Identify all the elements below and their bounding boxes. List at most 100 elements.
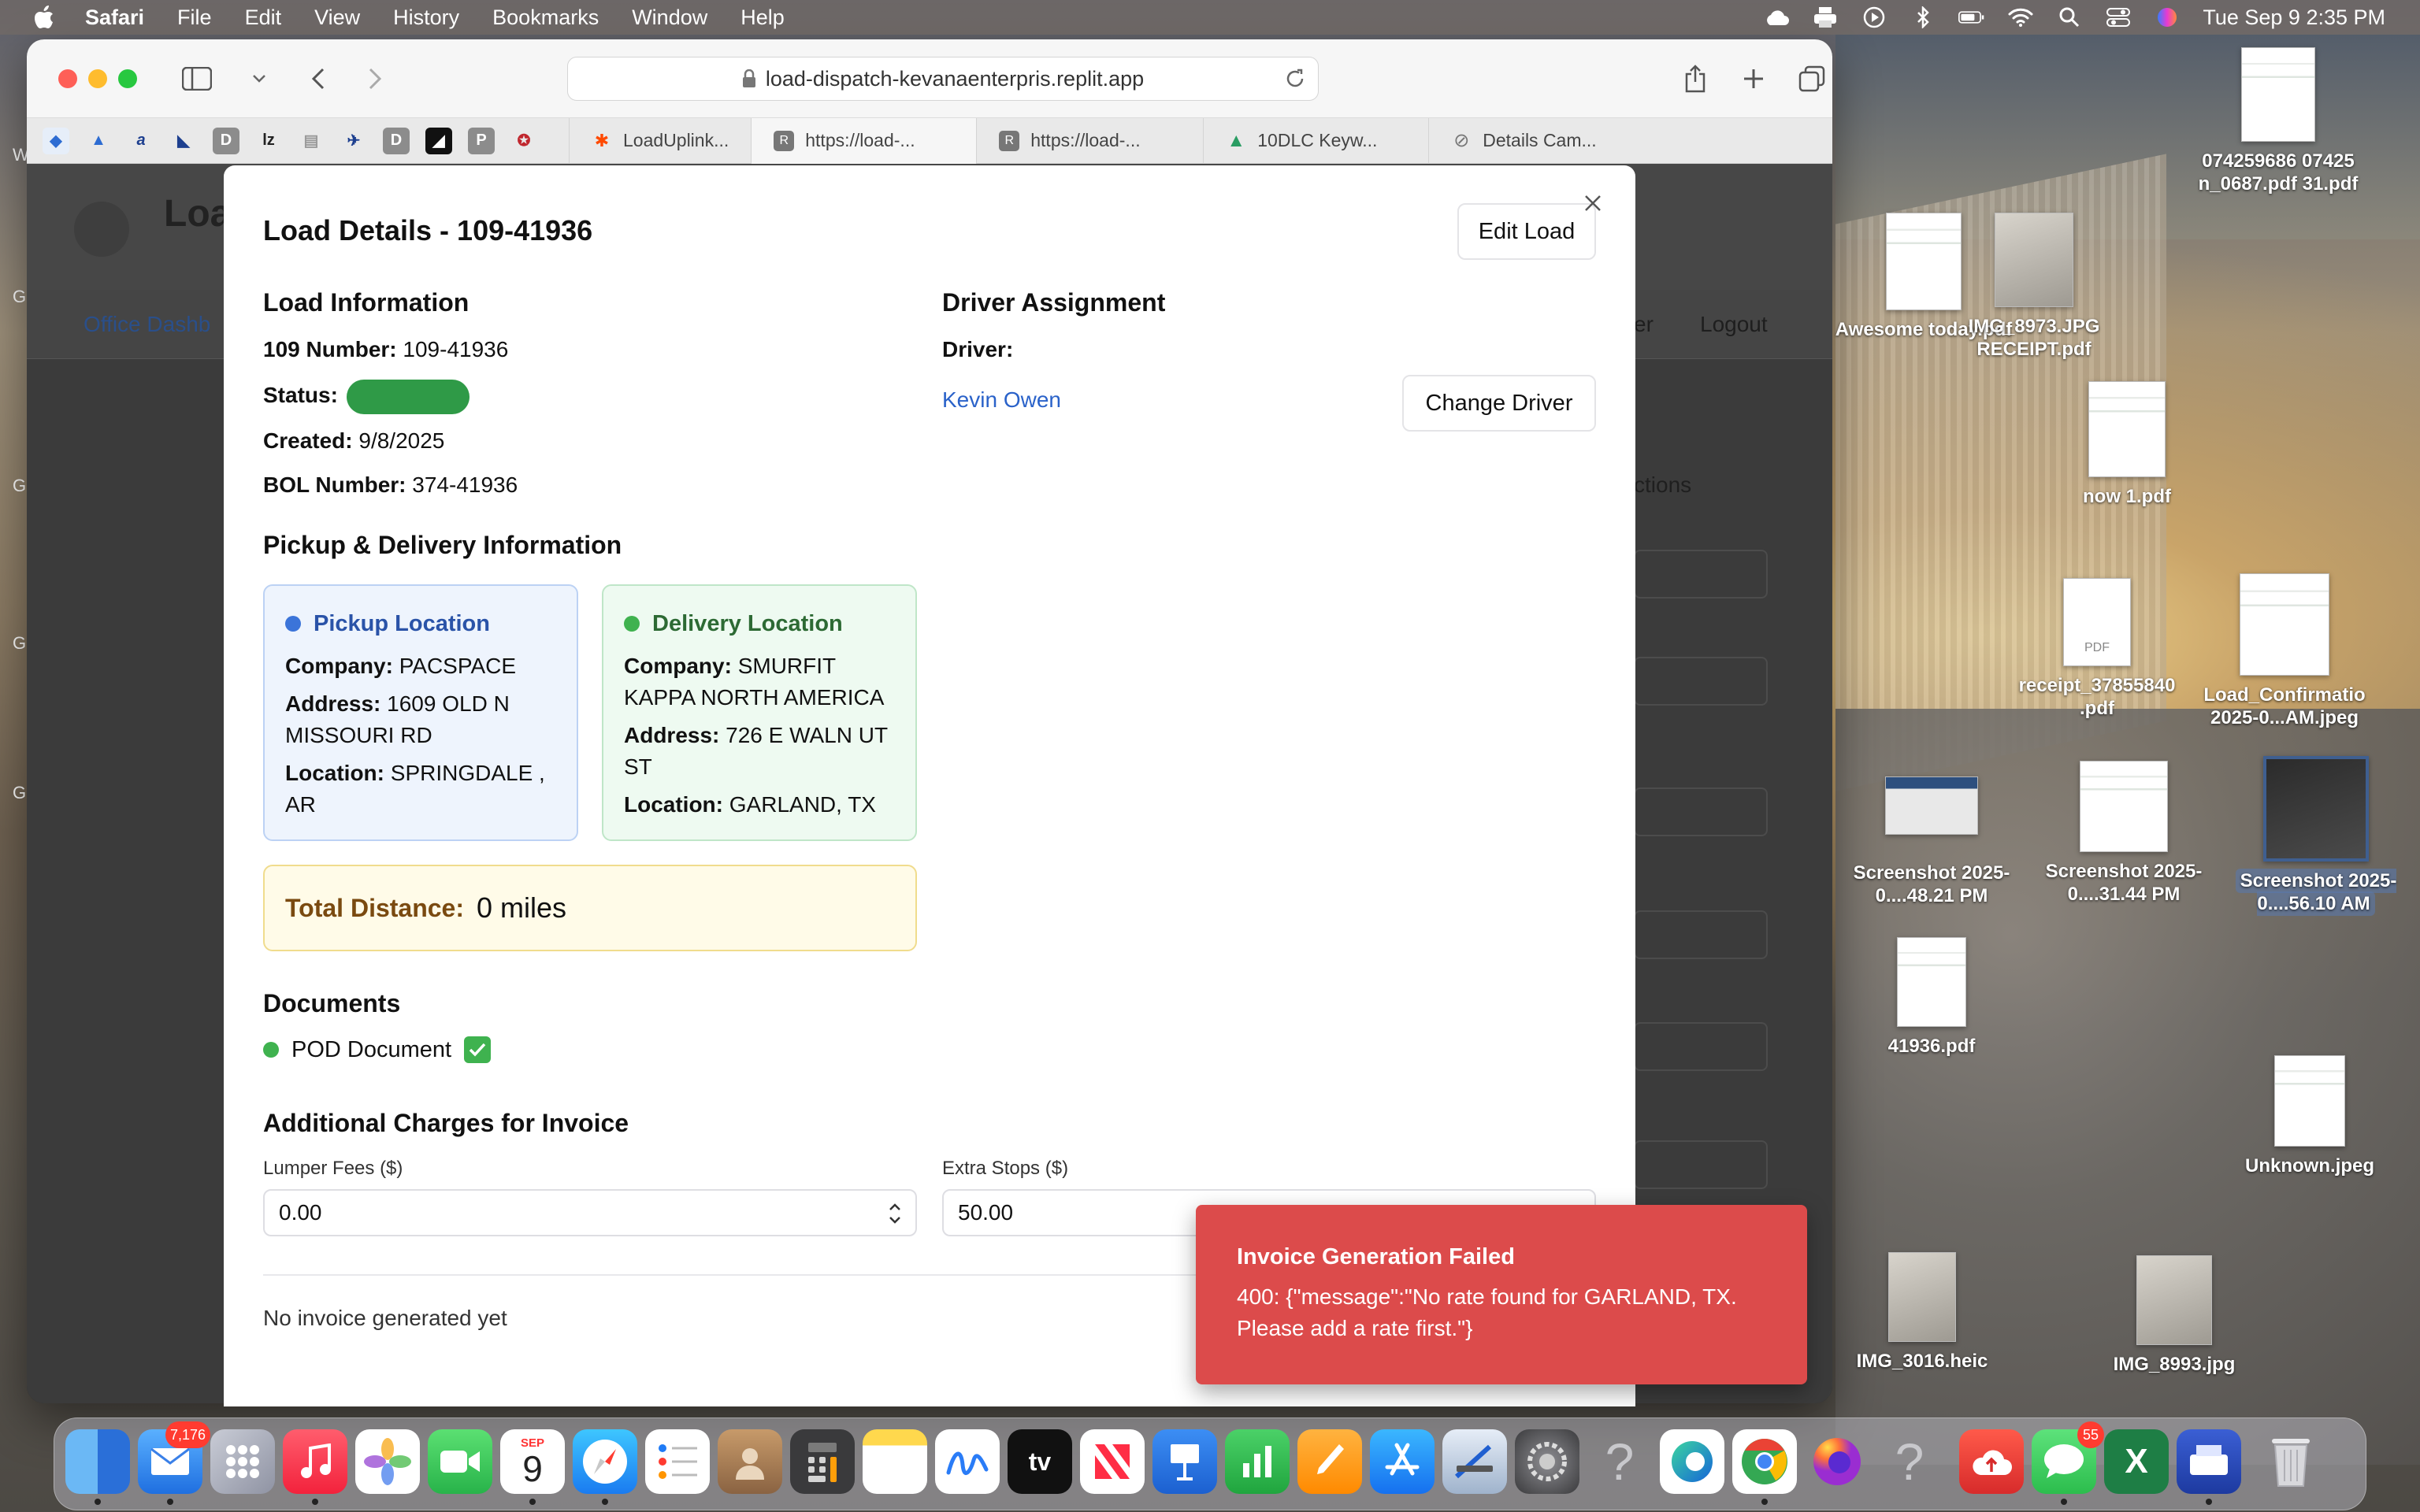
bluetooth-icon[interactable] [1910,6,1936,28]
reminders-icon[interactable] [645,1429,710,1494]
pinned-tab-diamond-icon[interactable]: ◆ [43,127,69,154]
news-icon[interactable] [1080,1429,1145,1494]
driver-name-link[interactable]: Kevin Owen [942,387,1061,413]
sidebar-toggle-icon[interactable] [178,60,216,98]
keynote-icon[interactable] [1152,1429,1217,1494]
zoom-window-button[interactable] [118,69,137,88]
trash-icon[interactable] [2259,1429,2323,1494]
address-bar[interactable]: load-dispatch-kevanaenterpris.replit.app [567,57,1319,101]
nav-office-dashboard[interactable]: Office Dashb [84,312,210,337]
excel-icon[interactable]: X [2104,1429,2169,1494]
forward-icon[interactable] [356,60,394,98]
menu-bookmarks[interactable]: Bookmarks [492,6,599,30]
minimize-window-button[interactable] [88,69,107,88]
edit-load-button[interactable]: Edit Load [1457,203,1596,260]
tab-overview-icon[interactable] [1793,60,1831,98]
desktop-file-icon[interactable]: 41936.pdf [1837,937,2026,1058]
pinned-tab-slash-icon[interactable]: ◢ [425,127,452,154]
pinned-tab-doc-icon[interactable]: ▤ [298,128,325,154]
pinned-tab-star-icon[interactable]: ✪ [510,128,537,154]
pages-icon[interactable] [1297,1429,1362,1494]
apple-tv-icon[interactable]: tv [1008,1429,1072,1494]
xcode-icon[interactable] [1442,1429,1507,1494]
tab-10dlc[interactable]: ▲ 10DLC Keyw... [1203,117,1428,164]
play-circle-icon[interactable] [1861,6,1887,28]
menu-help[interactable]: Help [740,6,785,30]
desktop-file-icon[interactable]: Load_Confirmatio 2025-0...AM.jpeg [2190,573,2379,729]
mail-icon[interactable]: 7,176 [138,1421,210,1505]
photos-icon[interactable] [355,1429,420,1494]
logout-button[interactable]: Logout [1700,312,1768,337]
unknown-app-icon[interactable]: ? [1877,1429,1942,1494]
wifi-icon[interactable] [2007,6,2034,28]
firefox-icon[interactable] [1805,1429,1869,1494]
desktop-file-icon[interactable]: Unknown.jpeg [2215,1055,2404,1177]
numbers-icon[interactable] [1225,1429,1290,1494]
unknown-app-icon[interactable]: ? [1587,1429,1652,1494]
pinned-tab-d-icon[interactable]: D [213,127,239,154]
pinned-tab-d2-icon[interactable]: D [383,127,410,154]
messages-icon[interactable]: 55 [2032,1421,2104,1505]
menu-file[interactable]: File [177,6,212,30]
back-icon[interactable] [299,60,337,98]
menu-edit[interactable]: Edit [245,6,282,30]
launchpad-icon[interactable] [210,1429,275,1494]
desktop-file-icon[interactable]: PDF receipt_37855840 .pdf [2002,578,2192,720]
reload-icon[interactable] [1283,67,1307,91]
contacts-icon[interactable] [718,1429,782,1494]
menu-window[interactable]: Window [632,6,707,30]
tab-replit[interactable]: R https://load-... [976,117,1203,164]
new-tab-icon[interactable] [1735,60,1772,98]
app-store-icon[interactable] [1370,1429,1435,1494]
desktop-file-icon[interactable]: IMG_8973.JPG RECEIPT.pdf [1939,213,2129,361]
calculator-icon[interactable] [790,1429,855,1494]
spotlight-search-icon[interactable] [2056,6,2083,28]
pinned-tab-bolt-icon[interactable]: ◣ [170,128,197,154]
battery-icon[interactable] [1958,6,1985,28]
nav-item-partial[interactable]: er [1634,312,1654,337]
freeform-icon[interactable] [935,1429,1000,1494]
pod-document-label[interactable]: POD Document [291,1037,451,1063]
desktop-file-icon[interactable]: Screenshot 2025-0....31.44 PM [2029,761,2218,906]
printer-icon[interactable] [1812,6,1839,28]
notes-icon[interactable] [863,1429,927,1494]
pinned-tab-a-icon[interactable]: a [128,128,154,154]
calendar-icon[interactable]: SEP 9 [500,1429,565,1505]
desktop-file-icon[interactable]: Screenshot 2025-0....48.21 PM [1837,776,2026,907]
menu-clock[interactable]: Tue Sep 9 2:35 PM [2203,6,2385,30]
lumper-fees-input[interactable]: 0.00 [263,1189,917,1236]
edge-icon[interactable] [1660,1429,1724,1494]
creative-cloud-icon[interactable] [1959,1429,2024,1494]
facetime-icon[interactable] [428,1429,492,1494]
tab-replit-active[interactable]: R https://load-... [751,117,977,164]
change-driver-button[interactable]: Change Driver [1402,375,1596,432]
menu-app-name[interactable]: Safari [85,6,144,30]
menu-history[interactable]: History [393,6,459,30]
pinned-tab-lz-icon[interactable]: lz [255,128,282,154]
safari-icon[interactable] [573,1429,637,1505]
menu-view[interactable]: View [314,6,360,30]
desktop-file-icon[interactable]: now 1.pdf [2032,381,2221,508]
pinned-tab-plane-icon[interactable]: ✈ [340,128,367,154]
desktop-file-icon[interactable]: IMG_3016.heic [1828,1252,2017,1373]
desktop-file-icon[interactable]: IMG_8993.jpg [2080,1255,2269,1376]
system-settings-icon[interactable] [1515,1429,1579,1494]
desktop-file-icon-selected[interactable]: Screenshot 2025-0....56.10 AM [2221,756,2411,916]
pinned-tab-p-icon[interactable]: P [468,127,495,154]
finder-icon[interactable] [65,1429,130,1505]
share-icon[interactable] [1676,60,1714,98]
pinned-tab-arrow-icon[interactable]: ▲ [85,128,112,154]
siri-icon[interactable] [2154,6,2181,28]
cloud-icon[interactable] [1763,6,1790,28]
number-stepper-icon[interactable] [887,1200,903,1227]
apple-menu-icon[interactable] [32,4,57,31]
scanner-icon[interactable] [2177,1429,2241,1505]
tab-loaduplink[interactable]: ✱ LoadUplink... [569,117,751,164]
close-icon[interactable] [1579,189,1607,217]
chevron-down-icon[interactable] [249,60,269,98]
url-text[interactable]: load-dispatch-kevanaenterpris.replit.app [766,67,1144,91]
tab-details-campaign[interactable]: ⊘ Details Cam... [1428,117,1618,164]
close-window-button[interactable] [58,69,77,88]
pod-document-row[interactable]: POD Document [263,1036,492,1063]
control-center-icon[interactable] [2105,6,2132,28]
